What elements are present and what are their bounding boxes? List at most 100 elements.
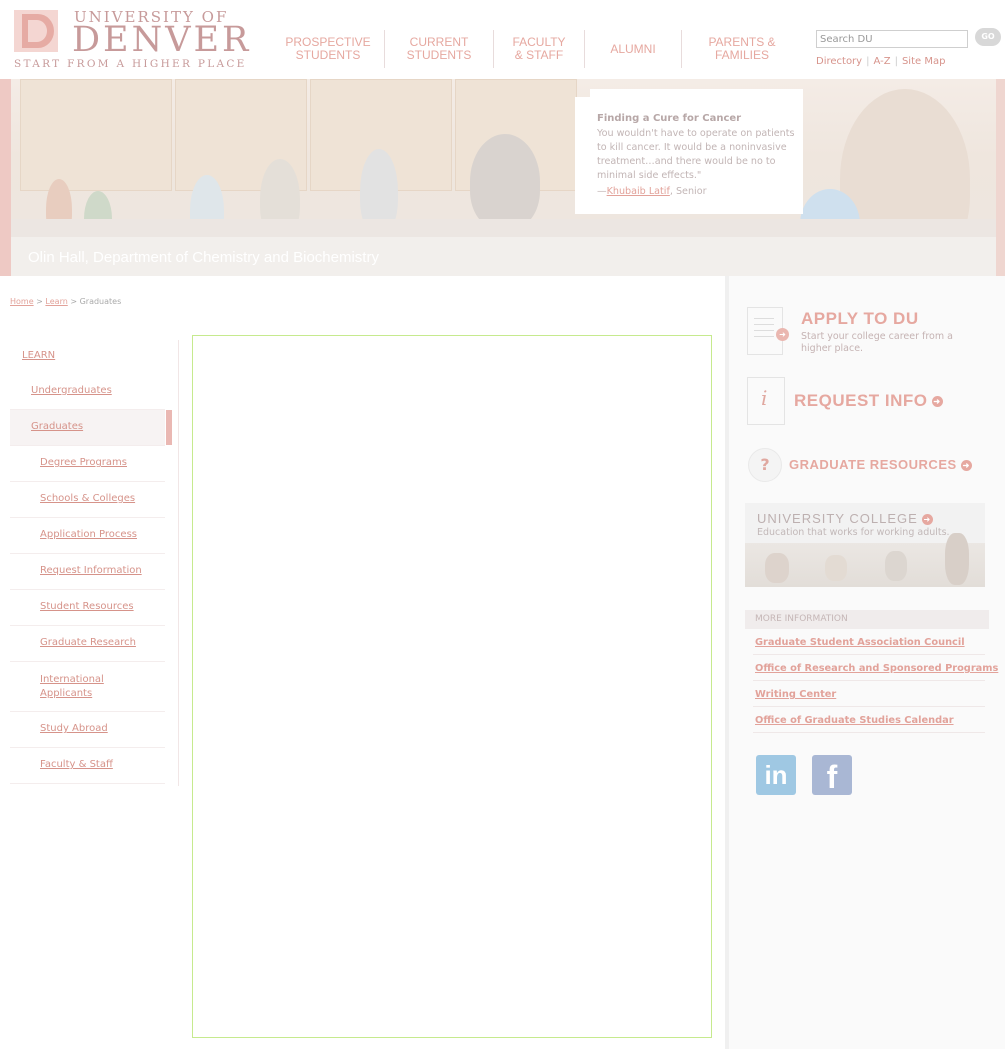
hero-left-accent xyxy=(0,79,11,276)
leftnav-item-label: Graduate Research xyxy=(40,637,136,648)
leftnav-item-international-applicants[interactable]: International Applicants xyxy=(10,662,165,712)
nav-parents-families[interactable]: PARENTS & FAMILIES xyxy=(682,30,802,68)
divider xyxy=(753,706,985,707)
graduate-resources-label: GRADUATE RESOURCES xyxy=(789,457,957,472)
apply-title: APPLY TO DU xyxy=(801,309,919,328)
du-logo-mark-icon xyxy=(14,10,58,52)
leftnav-item-application-process[interactable]: Application Process xyxy=(10,518,165,554)
a-z-link[interactable]: A-Z xyxy=(873,56,890,67)
breadcrumb: Home > Learn > Graduates xyxy=(10,297,121,306)
leftnav-item-request-information[interactable]: Request Information xyxy=(10,554,165,590)
sidebar-edge-shadow xyxy=(725,276,729,1049)
arrow-right-icon: ➜ xyxy=(921,514,933,526)
university-college-label: UNIVERSITY COLLEGE xyxy=(757,511,918,526)
main-content-frame xyxy=(192,335,712,1038)
leftnav-item-graduate-research[interactable]: Graduate Research xyxy=(10,626,165,662)
leftnav-item-degree-programs[interactable]: Degree Programs xyxy=(10,446,165,482)
active-indicator xyxy=(166,410,172,445)
leftnav-divider xyxy=(178,340,179,786)
breadcrumb-home[interactable]: Home xyxy=(10,297,34,306)
breadcrumb-separator: > xyxy=(33,297,46,306)
separator: | xyxy=(894,56,898,67)
leftnav-item-label: Schools & Colleges xyxy=(40,493,136,504)
nav-current-students[interactable]: CURRENT STUDENTS xyxy=(385,30,494,68)
lab-cabinet xyxy=(20,79,172,191)
hero-caption: Olin Hall, Department of Chemistry and B… xyxy=(28,249,379,266)
separator: | xyxy=(866,56,870,67)
info-icon: i xyxy=(747,377,785,425)
photo-person xyxy=(825,555,847,581)
divider xyxy=(753,680,985,681)
site-map-link[interactable]: Site Map xyxy=(902,56,945,67)
more-information-heading: MORE INFORMATION xyxy=(745,610,989,629)
facebook-glyph: f xyxy=(826,759,838,795)
graduate-resources-title: GRADUATE RESOURCES ➜ xyxy=(789,457,972,472)
leftnav-heading-learn[interactable]: LEARN xyxy=(22,350,55,361)
leftnav-item-study-abroad[interactable]: Study Abroad xyxy=(10,712,165,748)
quote-dash: — xyxy=(597,186,607,197)
leftnav-item-label: Study Abroad xyxy=(40,723,108,734)
leftnav-item-label: Graduates xyxy=(31,421,84,432)
arrow-right-icon: ➜ xyxy=(960,460,972,472)
university-college-promo[interactable]: UNIVERSITY COLLEGE ➜ Education that works… xyxy=(745,503,985,587)
quote-attribution: —Khubaib Latif, Senior xyxy=(597,186,707,197)
photo-person xyxy=(945,533,969,585)
breadcrumb-separator: > xyxy=(67,297,80,306)
link-writing-center[interactable]: Writing Center xyxy=(755,689,836,700)
utility-nav: Directory | A-Z | Site Map xyxy=(816,56,945,67)
nav-prospective-students[interactable]: PROSPECTIVE STUDENTS xyxy=(272,30,385,68)
leftnav-item-label: Application Process xyxy=(40,529,137,540)
photo-person xyxy=(765,553,789,583)
leftnav-item-graduates[interactable]: Graduates xyxy=(10,410,172,446)
divider xyxy=(753,654,985,655)
nav-faculty-staff[interactable]: FACULTY & STAFF xyxy=(494,30,585,68)
site-header: UNIVERSITY OF DENVER START FROM A HIGHER… xyxy=(0,0,1005,79)
question-icon: ? xyxy=(748,448,782,482)
search-go-button[interactable]: GO xyxy=(975,28,1001,46)
hero-banner: Olin Hall, Department of Chemistry and B… xyxy=(0,79,1005,276)
quote-author-role: , Senior xyxy=(669,186,707,197)
quote-author-link[interactable]: Khubaib Latif xyxy=(607,186,670,197)
document-icon: ➜ xyxy=(747,307,789,355)
quote-title: Finding a Cure for Cancer xyxy=(597,113,742,124)
leftnav-item-label: Faculty & Staff xyxy=(40,759,113,770)
logo-denver: DENVER xyxy=(72,20,252,60)
logo-tagline: START FROM A HIGHER PLACE xyxy=(14,58,247,70)
apply-to-du-promo[interactable]: ➜ APPLY TO DU Start your college career … xyxy=(745,305,965,360)
photo-person xyxy=(885,551,907,581)
leftnav-item-schools-colleges[interactable]: Schools & Colleges xyxy=(10,482,165,518)
leftnav-item-label: Request Information xyxy=(40,565,142,576)
main-navigation: PROSPECTIVE STUDENTS CURRENT STUDENTS FA… xyxy=(272,30,802,68)
divider xyxy=(753,732,985,733)
directory-link[interactable]: Directory xyxy=(816,56,862,67)
quote-text: You wouldn't have to operate on patients… xyxy=(597,128,795,181)
university-college-title: UNIVERSITY COLLEGE ➜ xyxy=(757,511,933,526)
arrow-right-icon: ➜ xyxy=(931,396,943,408)
request-info-label: REQUEST INFO xyxy=(794,391,928,410)
leftnav-item-undergraduates[interactable]: Undergraduates xyxy=(10,374,165,410)
nav-alumni[interactable]: ALUMNI xyxy=(585,30,682,68)
graduate-resources-promo[interactable]: ? GRADUATE RESOURCES ➜ xyxy=(745,446,985,486)
leftnav-item-label: International Applicants xyxy=(40,674,104,699)
facebook-icon[interactable]: f xyxy=(812,755,852,795)
hero-right-accent xyxy=(996,79,1005,276)
link-graduate-student-association-council[interactable]: Graduate Student Association Council xyxy=(755,637,965,648)
breadcrumb-learn[interactable]: Learn xyxy=(45,297,67,306)
linkedin-glyph: in xyxy=(764,760,788,790)
leftnav-item-label: Undergraduates xyxy=(31,385,112,396)
university-college-subtitle: Education that works for working adults. xyxy=(757,527,950,538)
leftnav-item-student-resources[interactable]: Student Resources xyxy=(10,590,165,626)
apply-subtitle: Start your college career from a higher … xyxy=(801,331,953,354)
leftnav-item-faculty-staff[interactable]: Faculty & Staff xyxy=(10,748,165,784)
leftnav-item-label: Student Resources xyxy=(40,601,134,612)
lab-person xyxy=(470,134,540,229)
leftnav-item-label: Degree Programs xyxy=(40,457,127,468)
link-graduate-studies-calendar[interactable]: Office of Graduate Studies Calendar xyxy=(755,715,954,726)
breadcrumb-current: Graduates xyxy=(79,297,122,306)
university-logo[interactable]: UNIVERSITY OF DENVER START FROM A HIGHER… xyxy=(14,8,248,72)
request-info-title: REQUEST INFO ➜ xyxy=(794,391,943,411)
request-info-promo[interactable]: i REQUEST INFO ➜ xyxy=(745,377,965,427)
link-office-of-research[interactable]: Office of Research and Sponsored Program… xyxy=(755,663,998,674)
search-input[interactable] xyxy=(816,30,968,48)
linkedin-icon[interactable]: in xyxy=(756,755,796,795)
